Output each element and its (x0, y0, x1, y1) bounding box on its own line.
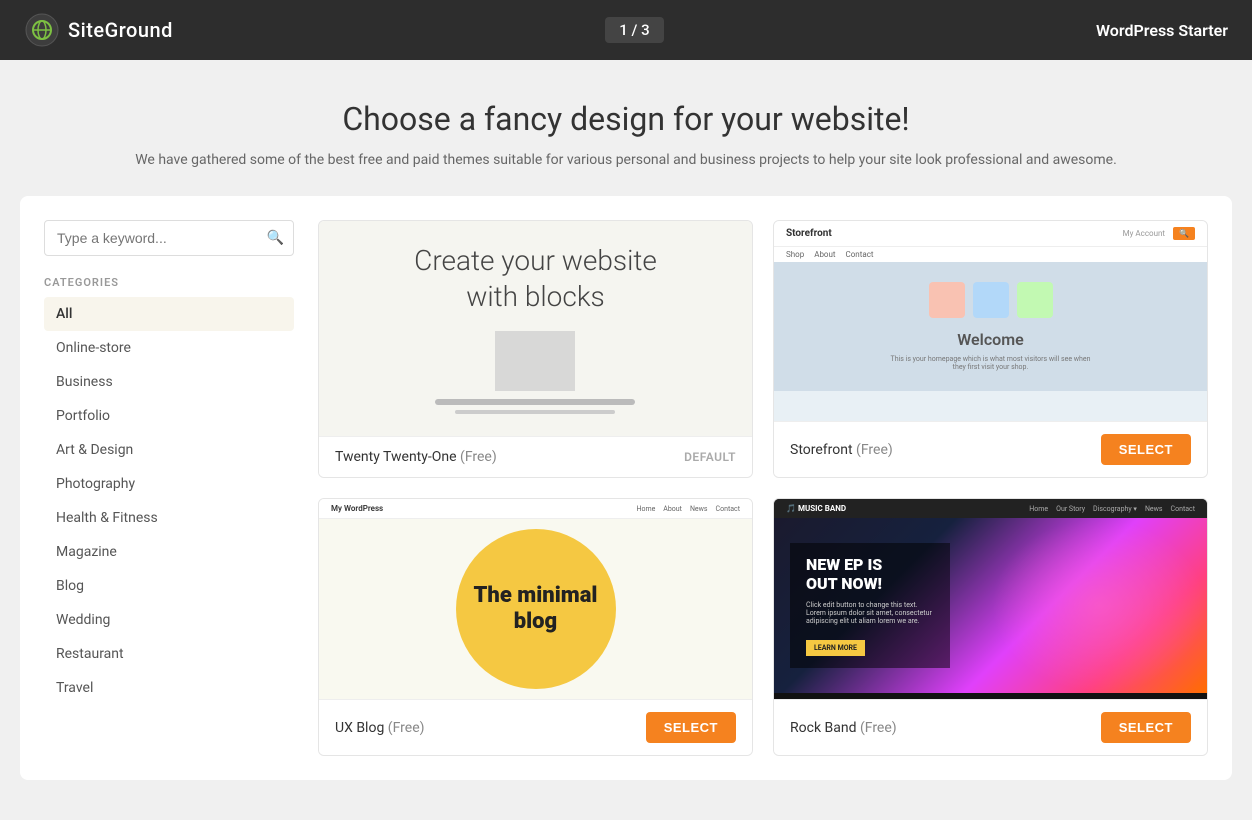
storefront-logo: Storefront (786, 228, 832, 239)
progress-indicator: 1 / 3 (605, 17, 663, 43)
uxblog-nav-about: About (663, 505, 682, 513)
uxblog-nav-home: Home (636, 505, 655, 513)
page-title: Choose a fancy design for your website! (20, 100, 1232, 138)
rockband-nav-disco: Discography ▾ (1093, 505, 1137, 513)
rockband-nav-news: News (1145, 505, 1163, 513)
app-header: SiteGround 1 / 3 WordPress Starter (0, 0, 1252, 60)
uxblog-nav: My WordPress Home About News Contact (319, 499, 752, 519)
search-link: 🔍 (1173, 227, 1195, 240)
search-wrapper: 🔍 (44, 220, 294, 256)
sidebar-item-travel[interactable]: Travel (44, 671, 294, 705)
preview-title: Create your websitewith blocks (414, 243, 657, 316)
sidebar-item-blog[interactable]: Blog (44, 569, 294, 603)
product-img-1 (929, 282, 965, 318)
theme-footer-ux-blog: UX Blog (Free) SELECT (319, 699, 752, 755)
logo: SiteGround (24, 12, 173, 48)
product-img-3 (1017, 282, 1053, 318)
preview-bar-1 (435, 399, 635, 405)
theme-grid: Create your websitewith blocks Twenty Tw… (318, 220, 1208, 756)
storefront-nav-right: My Account 🔍 (1123, 227, 1195, 240)
rockband-headline: NEW EP ISOUT NOW! (806, 555, 934, 593)
preview-bar-2 (455, 410, 615, 414)
nav-shop: Shop (786, 250, 804, 259)
theme-card-rock-band: 🎵 MUSIC BAND Home Our Story Discography … (773, 498, 1208, 756)
sidebar-item-business[interactable]: Business (44, 365, 294, 399)
select-button-storefront[interactable]: SELECT (1101, 434, 1191, 465)
select-button-ux-blog[interactable]: SELECT (646, 712, 736, 743)
product-img-2 (973, 282, 1009, 318)
sidebar-item-wedding[interactable]: Wedding (44, 603, 294, 637)
rockband-learn-more: LEARN MORE (806, 640, 865, 656)
rockband-nav-home: Home (1029, 505, 1048, 513)
select-button-rock-band[interactable]: SELECT (1101, 712, 1191, 743)
rockband-nav-links: Home Our Story Discography ▾ News Contac… (1029, 505, 1195, 513)
theme-card-twenty-twenty-one: Create your websitewith blocks Twenty Tw… (318, 220, 753, 478)
rockband-light-overlay (991, 518, 1208, 693)
rockband-nav-contact: Contact (1171, 505, 1195, 513)
rockband-nav: 🎵 MUSIC BAND Home Our Story Discography … (774, 499, 1207, 518)
theme-card-storefront: Storefront My Account 🔍 Shop About Conta… (773, 220, 1208, 478)
theme-footer-storefront: Storefront (Free) SELECT (774, 421, 1207, 477)
theme-footer-twenty-twenty-one: Twenty Twenty-One (Free) DEFAULT (319, 436, 752, 477)
storefront-hero: Welcome This is your homepage which is w… (774, 262, 1207, 391)
storefront-nav: Storefront My Account 🔍 (774, 221, 1207, 247)
preview-content: Create your websitewith blocks (414, 243, 657, 415)
theme-card-ux-blog: My WordPress Home About News Contact The… (318, 498, 753, 756)
sidebar-item-photography[interactable]: Photography (44, 467, 294, 501)
uxblog-circle: The minimalblog (456, 529, 616, 689)
sidebar: 🔍 CATEGORIES All Online-store Business P… (44, 220, 294, 756)
theme-selector-panel: 🔍 CATEGORIES All Online-store Business P… (20, 196, 1232, 780)
theme-preview-twenty-twenty-one: Create your websitewith blocks (319, 221, 752, 436)
logo-text: SiteGround (68, 18, 173, 42)
my-account-link: My Account (1123, 229, 1165, 238)
rockband-content: NEW EP ISOUT NOW! Click edit button to c… (790, 543, 950, 668)
app-name: WordPress Starter (1096, 21, 1228, 40)
theme-name-twenty-twenty-one: Twenty Twenty-One (Free) (335, 449, 497, 465)
siteground-logo-icon (24, 12, 60, 48)
storefront-sub-nav: Shop About Contact (774, 247, 1207, 262)
sidebar-item-online-store[interactable]: Online-store (44, 331, 294, 365)
uxblog-nav-contact: Contact (716, 505, 740, 513)
sidebar-item-art-design[interactable]: Art & Design (44, 433, 294, 467)
rockband-hero: NEW EP ISOUT NOW! Click edit button to c… (774, 518, 1207, 693)
uxblog-logo: My WordPress (331, 504, 383, 513)
rockband-nav-story: Our Story (1056, 505, 1085, 513)
sidebar-item-portfolio[interactable]: Portfolio (44, 399, 294, 433)
uxblog-tagline: The minimalblog (474, 583, 598, 636)
search-icon: 🔍 (267, 230, 284, 246)
preview-image (495, 331, 575, 391)
theme-name-ux-blog: UX Blog (Free) (335, 720, 425, 736)
uxblog-nav-links: Home About News Contact (636, 505, 740, 513)
theme-preview-ux-blog: My WordPress Home About News Contact The… (319, 499, 752, 699)
theme-preview-storefront: Storefront My Account 🔍 Shop About Conta… (774, 221, 1207, 421)
rockband-logo: 🎵 MUSIC BAND (786, 504, 846, 513)
nav-about: About (814, 250, 835, 259)
search-input[interactable] (44, 220, 294, 256)
product-images (786, 282, 1195, 318)
default-badge: DEFAULT (684, 450, 736, 464)
storefront-description: This is your homepage which is what most… (891, 355, 1091, 371)
page-subtitle: We have gathered some of the best free a… (20, 152, 1232, 168)
categories-label: CATEGORIES (44, 276, 294, 289)
sidebar-item-health-fitness[interactable]: Health & Fitness (44, 501, 294, 535)
theme-name-storefront: Storefront (Free) (790, 442, 893, 458)
uxblog-nav-news: News (690, 505, 708, 513)
rockband-description: Click edit button to change this text. L… (806, 601, 934, 625)
theme-name-rock-band: Rock Band (Free) (790, 720, 897, 736)
main-content: Choose a fancy design for your website! … (0, 60, 1252, 820)
theme-footer-rock-band: Rock Band (Free) SELECT (774, 699, 1207, 755)
sidebar-item-all[interactable]: All (44, 297, 294, 331)
storefront-welcome: Welcome (786, 330, 1195, 349)
sidebar-item-restaurant[interactable]: Restaurant (44, 637, 294, 671)
sidebar-item-magazine[interactable]: Magazine (44, 535, 294, 569)
theme-preview-rock-band: 🎵 MUSIC BAND Home Our Story Discography … (774, 499, 1207, 699)
nav-contact: Contact (846, 250, 874, 259)
